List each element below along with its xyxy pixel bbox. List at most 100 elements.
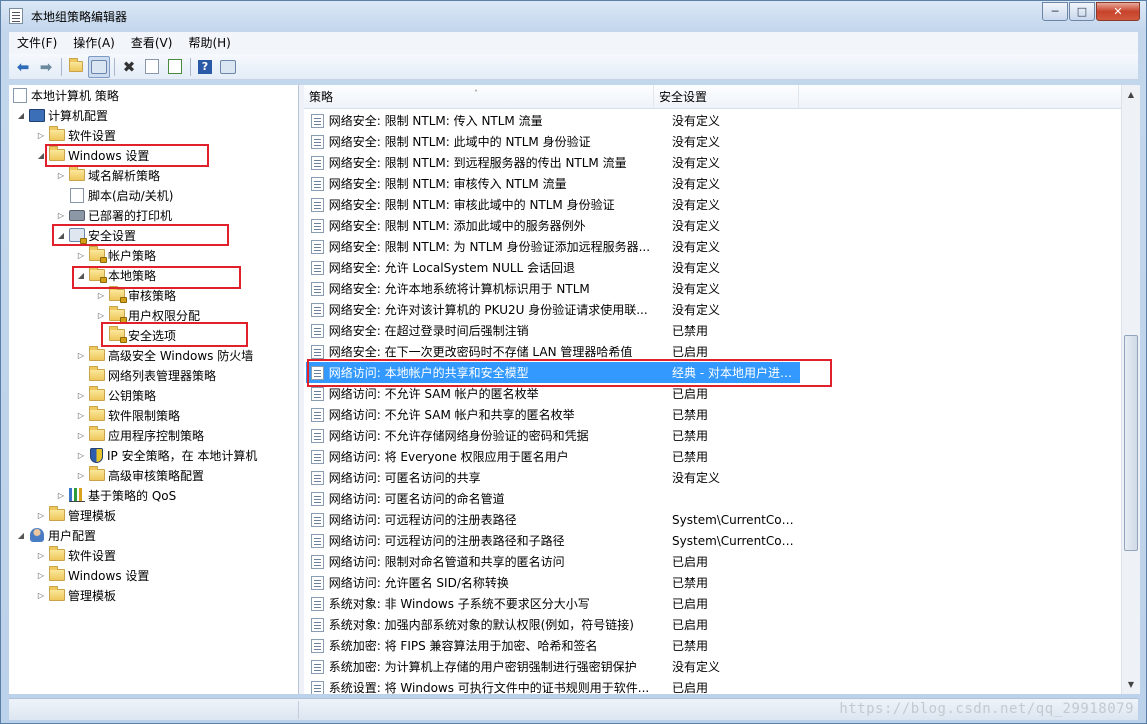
- tree-item-user-rights[interactable]: ▷ 用户权限分配: [95, 305, 200, 325]
- tree-item-user-admin-templates[interactable]: ▷ 管理模板: [35, 585, 116, 605]
- policy-row[interactable]: 网络访问: 允许匿名 SID/名称转换 已禁用: [306, 572, 800, 593]
- tree-item-admin-templates[interactable]: ▷ 管理模板: [35, 505, 116, 525]
- policy-row[interactable]: 网络安全: 限制 NTLM: 审核传入 NTLM 流量 没有定义: [306, 173, 800, 194]
- menu-view[interactable]: 查看(V): [123, 33, 181, 53]
- policy-row[interactable]: 网络安全: 限制 NTLM: 此域中的 NTLM 身份验证 没有定义: [306, 131, 800, 152]
- tree-item-scripts[interactable]: 脚本(启动/关机): [55, 185, 173, 205]
- tree-item-software-settings[interactable]: ▷ 软件设置: [35, 125, 116, 145]
- tree-item-advanced-audit[interactable]: ▷ 高级审核策略配置: [75, 465, 204, 485]
- tree-item-qos[interactable]: ▷ 基于策略的 QoS: [55, 485, 176, 505]
- policy-row[interactable]: 网络安全: 限制 NTLM: 到远程服务器的传出 NTLM 流量 没有定义: [306, 152, 800, 173]
- tree-item-advanced-firewall[interactable]: ▷ 高级安全 Windows 防火墙: [75, 345, 253, 365]
- policy-row[interactable]: 系统对象: 加强内部系统对象的默认权限(例如，符号链接) 已启用: [306, 614, 800, 635]
- console-view-icon[interactable]: [217, 56, 239, 78]
- policy-row[interactable]: 网络访问: 可远程访问的注册表路径和子路径 System\CurrentContr…: [306, 530, 800, 551]
- expand-arrow-icon[interactable]: ▷: [35, 591, 47, 600]
- expand-arrow-icon[interactable]: ▷: [75, 391, 87, 400]
- expand-arrow-icon[interactable]: ▷: [75, 451, 87, 460]
- tree-item-root[interactable]: 本地计算机 策略: [11, 85, 119, 105]
- scroll-thumb[interactable]: [1124, 335, 1138, 551]
- collapse-arrow-icon[interactable]: ◢: [15, 531, 27, 540]
- collapse-arrow-icon[interactable]: ◢: [15, 111, 27, 120]
- expand-arrow-icon[interactable]: ▷: [35, 511, 47, 520]
- policy-row[interactable]: 网络访问: 可远程访问的注册表路径 System\CurrentContro...: [306, 509, 800, 530]
- expand-arrow-icon[interactable]: ▷: [35, 551, 47, 560]
- expand-arrow-icon[interactable]: ▷: [95, 291, 107, 300]
- scroll-up-icon[interactable]: ▲: [1123, 86, 1139, 103]
- column-policy-header[interactable]: 策略 ˄: [304, 85, 654, 109]
- expand-arrow-icon[interactable]: ▷: [75, 251, 87, 260]
- expand-arrow-icon[interactable]: ▷: [75, 471, 87, 480]
- policy-row[interactable]: 网络安全: 允许本地系统将计算机标识用于 NTLM 没有定义: [306, 278, 800, 299]
- show-hide-tree-icon[interactable]: [88, 55, 110, 78]
- tree-item-security-options[interactable]: 安全选项: [95, 325, 176, 345]
- tree-item-app-control[interactable]: ▷ 应用程序控制策略: [75, 425, 204, 445]
- policy-row[interactable]: 网络安全: 限制 NTLM: 添加此域中的服务器例外 没有定义: [306, 215, 800, 236]
- expand-arrow-icon[interactable]: ▷: [55, 211, 67, 220]
- expand-arrow-icon[interactable]: ▷: [75, 351, 87, 360]
- policy-row[interactable]: 网络安全: 允许对该计算机的 PKU2U 身份验证请求使用联... 没有定义: [306, 299, 800, 320]
- menu-help[interactable]: 帮助(H): [180, 33, 238, 53]
- policy-row-selected[interactable]: 网络访问: 本地帐户的共享和安全模型 经典 - 对本地用户进行...: [306, 362, 800, 383]
- expand-arrow-icon[interactable]: ▷: [75, 411, 87, 420]
- policy-row[interactable]: 网络访问: 不允许存储网络身份验证的密码和凭据 已禁用: [306, 425, 800, 446]
- policy-row[interactable]: 网络访问: 不允许 SAM 帐户的匿名枚举 已启用: [306, 383, 800, 404]
- expand-arrow-icon[interactable]: ▷: [55, 491, 67, 500]
- tree-item-user-windows-settings[interactable]: ▷ Windows 设置: [35, 565, 149, 585]
- tree-item-network-list[interactable]: 网络列表管理器策略: [75, 365, 216, 385]
- policy-row[interactable]: 系统加密: 将 FIPS 兼容算法用于加密、哈希和签名 已禁用: [306, 635, 800, 656]
- policy-row[interactable]: 网络访问: 限制对命名管道和共享的匿名访问 已启用: [306, 551, 800, 572]
- tree-item-public-key[interactable]: ▷ 公钥策略: [75, 385, 156, 405]
- tree-pane[interactable]: 本地计算机 策略 ◢ 计算机配置 ▷ 软件设置 ◢ Windows 设置 ▷ 域…: [9, 85, 299, 694]
- policy-row[interactable]: 网络安全: 在下一次更改密码时不存储 LAN 管理器哈希值 已启用: [306, 341, 800, 362]
- close-button[interactable]: ✕: [1096, 2, 1140, 21]
- expand-arrow-icon[interactable]: ▷: [35, 571, 47, 580]
- expand-arrow-icon[interactable]: ▷: [95, 311, 107, 320]
- maximize-button[interactable]: □: [1069, 2, 1095, 21]
- vertical-scrollbar[interactable]: ▲ ▼: [1121, 85, 1140, 694]
- tree-item-deployed-printers[interactable]: ▷ 已部署的打印机: [55, 205, 172, 225]
- help-icon[interactable]: ?: [194, 56, 216, 78]
- scroll-down-icon[interactable]: ▼: [1123, 676, 1139, 693]
- tree-item-computer-config[interactable]: ◢ 计算机配置: [15, 105, 108, 125]
- policy-row[interactable]: 系统设置: 将 Windows 可执行文件中的证书规则用于软件... 已启用: [306, 677, 800, 694]
- title-bar[interactable]: 本地组策略编辑器 ─ □ ✕: [1, 1, 1146, 31]
- up-folder-icon[interactable]: [65, 56, 87, 78]
- tree-item-software-restriction[interactable]: ▷ 软件限制策略: [75, 405, 180, 425]
- collapse-arrow-icon[interactable]: ◢: [55, 231, 67, 240]
- menu-file[interactable]: 文件(F): [9, 33, 65, 53]
- expand-arrow-icon[interactable]: ▷: [55, 171, 67, 180]
- delete-icon[interactable]: ✖: [118, 56, 140, 78]
- policy-row[interactable]: 网络安全: 限制 NTLM: 传入 NTLM 流量 没有定义: [306, 110, 800, 131]
- tree-item-user-config[interactable]: ◢ 用户配置: [15, 525, 96, 545]
- properties-icon[interactable]: [141, 56, 163, 78]
- policy-row[interactable]: 网络访问: 可匿名访问的命名管道: [306, 488, 800, 509]
- policy-row[interactable]: 网络安全: 限制 NTLM: 为 NTLM 身份验证添加远程服务器... 没有定义: [306, 236, 800, 257]
- menu-action[interactable]: 操作(A): [65, 33, 123, 53]
- tree-item-windows-settings[interactable]: ◢ Windows 设置: [35, 145, 149, 165]
- policy-row[interactable]: 网络访问: 可匿名访问的共享 没有定义: [306, 467, 800, 488]
- tree-item-ip-security[interactable]: ▷ IP 安全策略，在 本地计算机: [75, 445, 257, 465]
- policy-row[interactable]: 网络安全: 允许 LocalSystem NULL 会话回退 没有定义: [306, 257, 800, 278]
- tree-item-security-settings[interactable]: ◢ 安全设置: [55, 225, 136, 245]
- collapse-arrow-icon[interactable]: ◢: [35, 151, 47, 160]
- policy-row[interactable]: 网络安全: 限制 NTLM: 审核此域中的 NTLM 身份验证 没有定义: [306, 194, 800, 215]
- policy-row[interactable]: 网络安全: 在超过登录时间后强制注销 已禁用: [306, 320, 800, 341]
- tree-item-account-policies[interactable]: ▷ 帐户策略: [75, 245, 156, 265]
- policy-row[interactable]: 网络访问: 不允许 SAM 帐户和共享的匿名枚举 已禁用: [306, 404, 800, 425]
- policy-row[interactable]: 系统加密: 为计算机上存储的用户密钥强制进行强密钥保护 没有定义: [306, 656, 800, 677]
- policy-row[interactable]: 系统对象: 非 Windows 子系统不要求区分大小写 已启用: [306, 593, 800, 614]
- minimize-button[interactable]: ─: [1042, 2, 1068, 21]
- export-list-icon[interactable]: [164, 56, 186, 78]
- back-arrow-icon[interactable]: ⬅: [12, 56, 34, 78]
- collapse-arrow-icon[interactable]: ◢: [75, 271, 87, 280]
- column-setting-header[interactable]: 安全设置: [654, 85, 799, 109]
- policy-row[interactable]: 网络访问: 将 Everyone 权限应用于匿名用户 已禁用: [306, 446, 800, 467]
- forward-arrow-icon[interactable]: ➡: [35, 56, 57, 78]
- expand-arrow-icon[interactable]: ▷: [35, 131, 47, 140]
- expand-arrow-icon[interactable]: ▷: [75, 431, 87, 440]
- tree-item-name-resolution[interactable]: ▷ 域名解析策略: [55, 165, 160, 185]
- tree-item-local-policies[interactable]: ◢ 本地策略: [75, 265, 156, 285]
- tree-item-user-software-settings[interactable]: ▷ 软件设置: [35, 545, 116, 565]
- tree-item-audit-policy[interactable]: ▷ 审核策略: [95, 285, 176, 305]
